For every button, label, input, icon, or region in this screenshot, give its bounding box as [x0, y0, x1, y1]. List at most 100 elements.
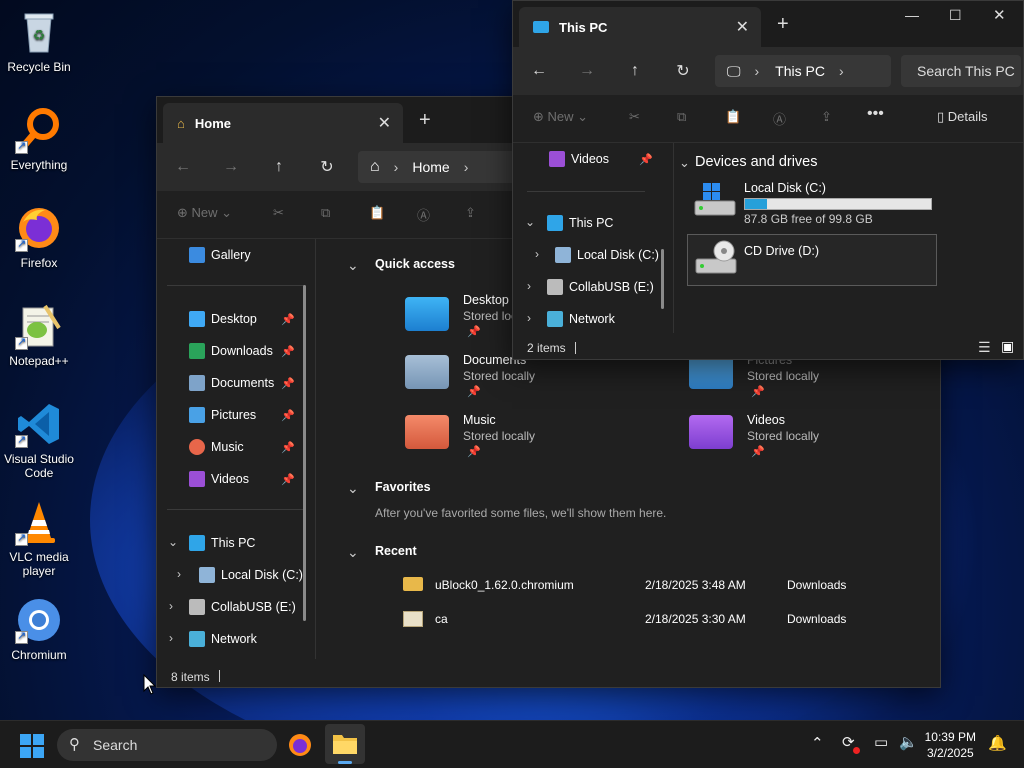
recent-header[interactable]: Recent [375, 544, 417, 558]
address-bar[interactable]: 🖵 › This PC › [715, 55, 891, 87]
favorites-header[interactable]: Favorites [375, 480, 431, 494]
documents-folder-icon[interactable] [405, 355, 449, 389]
pin-icon[interactable]: 📌 [281, 345, 295, 358]
pin-icon[interactable]: 📌 [639, 153, 653, 166]
qa-item-title[interactable]: Desktop [463, 293, 509, 307]
nav-collab-usb[interactable]: CollabUSB (E:) [189, 593, 296, 621]
breadcrumb-this-pc[interactable]: This PC [775, 63, 825, 79]
desktop-icon-vlc[interactable]: VLC media player [2, 498, 76, 578]
collapse-chevron-icon[interactable]: ⌄ [525, 215, 535, 229]
nav-network[interactable]: Network [189, 625, 257, 653]
tab-home[interactable]: ⌂ Home ✕ [163, 103, 403, 143]
collapse-chevron-icon[interactable]: ⌄ [347, 257, 359, 274]
nav-videos[interactable]: Videos [189, 465, 249, 493]
minimize-icon[interactable]: — [905, 7, 919, 23]
back-arrow-icon[interactable]: ← [171, 155, 195, 179]
nav-this-pc[interactable]: This PC [547, 209, 613, 237]
desktop-folder-icon[interactable] [405, 297, 449, 331]
copy-icon[interactable]: ⧉ [677, 109, 686, 125]
paste-icon[interactable]: 📋 [725, 109, 741, 125]
cut-icon[interactable]: ✂ [273, 205, 284, 221]
recent-item-name[interactable]: uBlock0_1.62.0.chromium [435, 578, 574, 592]
rename-icon[interactable]: Ⓐ [773, 109, 786, 128]
up-arrow-icon[interactable]: ↑ [623, 59, 647, 83]
cut-icon[interactable]: ✂ [629, 109, 640, 125]
videos-folder-icon[interactable] [689, 415, 733, 449]
nav-pictures[interactable]: Pictures [189, 401, 256, 429]
close-window-icon[interactable]: ✕ [993, 6, 1006, 24]
collapse-chevron-icon[interactable]: ⌄ [347, 480, 359, 497]
details-view-icon[interactable]: ☰ [978, 339, 991, 356]
pictures-folder-icon[interactable] [689, 355, 733, 389]
refresh-icon[interactable]: ↻ [315, 155, 339, 179]
forward-arrow-icon[interactable]: → [575, 59, 599, 83]
volume-muted-icon[interactable]: 🔈 [899, 733, 918, 751]
collapse-chevron-icon[interactable]: ⌄ [168, 535, 178, 549]
collapse-chevron-icon[interactable]: ⌄ [679, 155, 690, 171]
pin-icon[interactable]: 📌 [281, 441, 295, 454]
taskbar-file-explorer[interactable] [325, 724, 365, 764]
drive-name[interactable]: Local Disk (C:) [744, 181, 826, 195]
desktop-icon-everything[interactable]: Everything [2, 106, 76, 172]
nav-gallery[interactable]: Gallery [189, 241, 251, 269]
taskbar-firefox-icon[interactable] [288, 733, 312, 757]
nav-scrollbar[interactable] [303, 285, 306, 621]
nav-music[interactable]: Music [189, 433, 244, 461]
desktop-icon-notepadpp[interactable]: Notepad++ [2, 302, 76, 368]
breadcrumb-home[interactable]: Home [412, 159, 449, 175]
devices-drives-header[interactable]: Devices and drives [695, 154, 818, 170]
nav-videos[interactable]: Videos [549, 145, 609, 173]
recent-item-name[interactable]: ca [435, 612, 448, 626]
local-disk-drive-icon[interactable] [693, 181, 737, 217]
taskbar-clock[interactable]: 10:39 PM 3/2/2025 [925, 729, 976, 761]
music-folder-icon[interactable] [405, 415, 449, 449]
back-arrow-icon[interactable]: ← [527, 59, 551, 83]
nav-documents[interactable]: Documents [189, 369, 274, 397]
taskbar-search[interactable]: ⚲ Search [57, 729, 277, 761]
notifications-bell-icon[interactable]: 🔔 [988, 734, 1007, 752]
expand-chevron-icon[interactable]: › [527, 279, 531, 293]
qa-item-title[interactable]: Music [463, 413, 496, 427]
nav-this-pc[interactable]: This PC [189, 529, 255, 557]
breadcrumb-chevron-icon[interactable]: › [839, 63, 844, 79]
up-arrow-icon[interactable]: ↑ [267, 155, 291, 179]
tiles-view-icon[interactable]: ▣ [1001, 338, 1014, 355]
cd-drive-tile[interactable]: CD Drive (D:) [687, 234, 937, 286]
share-icon[interactable]: ⇪ [821, 109, 832, 125]
pin-icon[interactable]: 📌 [281, 409, 295, 422]
nav-downloads[interactable]: Downloads [189, 337, 273, 365]
qa-item-title[interactable]: Videos [747, 413, 785, 427]
desktop-icon-firefox[interactable]: Firefox [2, 204, 76, 270]
new-button[interactable]: ⊕ New ⌄ [533, 109, 588, 125]
quick-access-header[interactable]: Quick access [375, 257, 455, 271]
tab-close-icon[interactable]: ✕ [736, 17, 749, 37]
copy-icon[interactable]: ⧉ [321, 205, 330, 221]
expand-chevron-icon[interactable]: › [169, 599, 173, 613]
breadcrumb-chevron-icon[interactable]: › [464, 159, 469, 175]
start-windows-icon[interactable] [20, 734, 44, 758]
share-icon[interactable]: ⇪ [465, 205, 476, 221]
nav-local-disk[interactable]: Local Disk (C:) [199, 561, 303, 589]
collapse-chevron-icon[interactable]: ⌄ [347, 544, 359, 561]
nav-desktop[interactable]: Desktop [189, 305, 257, 333]
details-pane-button[interactable]: ▯ Details [937, 109, 988, 125]
network-monitor-icon[interactable]: ▭ [874, 733, 888, 751]
expand-chevron-icon[interactable]: › [177, 567, 181, 581]
paste-icon[interactable]: 📋 [369, 205, 385, 221]
nav-collab-usb[interactable]: CollabUSB (E:) [547, 273, 654, 301]
maximize-icon[interactable]: ☐ [949, 7, 962, 24]
more-options-icon[interactable]: ••• [867, 105, 884, 123]
expand-chevron-icon[interactable]: › [527, 311, 531, 325]
new-button[interactable]: ⊕ New ⌄ [177, 205, 232, 221]
refresh-icon[interactable]: ↻ [671, 59, 695, 83]
new-tab-icon[interactable]: + [777, 13, 789, 36]
pin-icon[interactable]: 📌 [281, 313, 295, 326]
nav-network[interactable]: Network [547, 305, 615, 333]
rename-icon[interactable]: Ⓐ [417, 205, 430, 224]
tab-close-icon[interactable]: ✕ [378, 113, 391, 133]
tab-this-pc[interactable]: This PC ✕ [519, 7, 761, 47]
forward-arrow-icon[interactable]: → [219, 155, 243, 179]
show-hidden-icons-chevron-icon[interactable]: ⌃ [811, 734, 824, 752]
new-tab-icon[interactable]: + [419, 109, 431, 132]
pin-icon[interactable]: 📌 [281, 377, 295, 390]
